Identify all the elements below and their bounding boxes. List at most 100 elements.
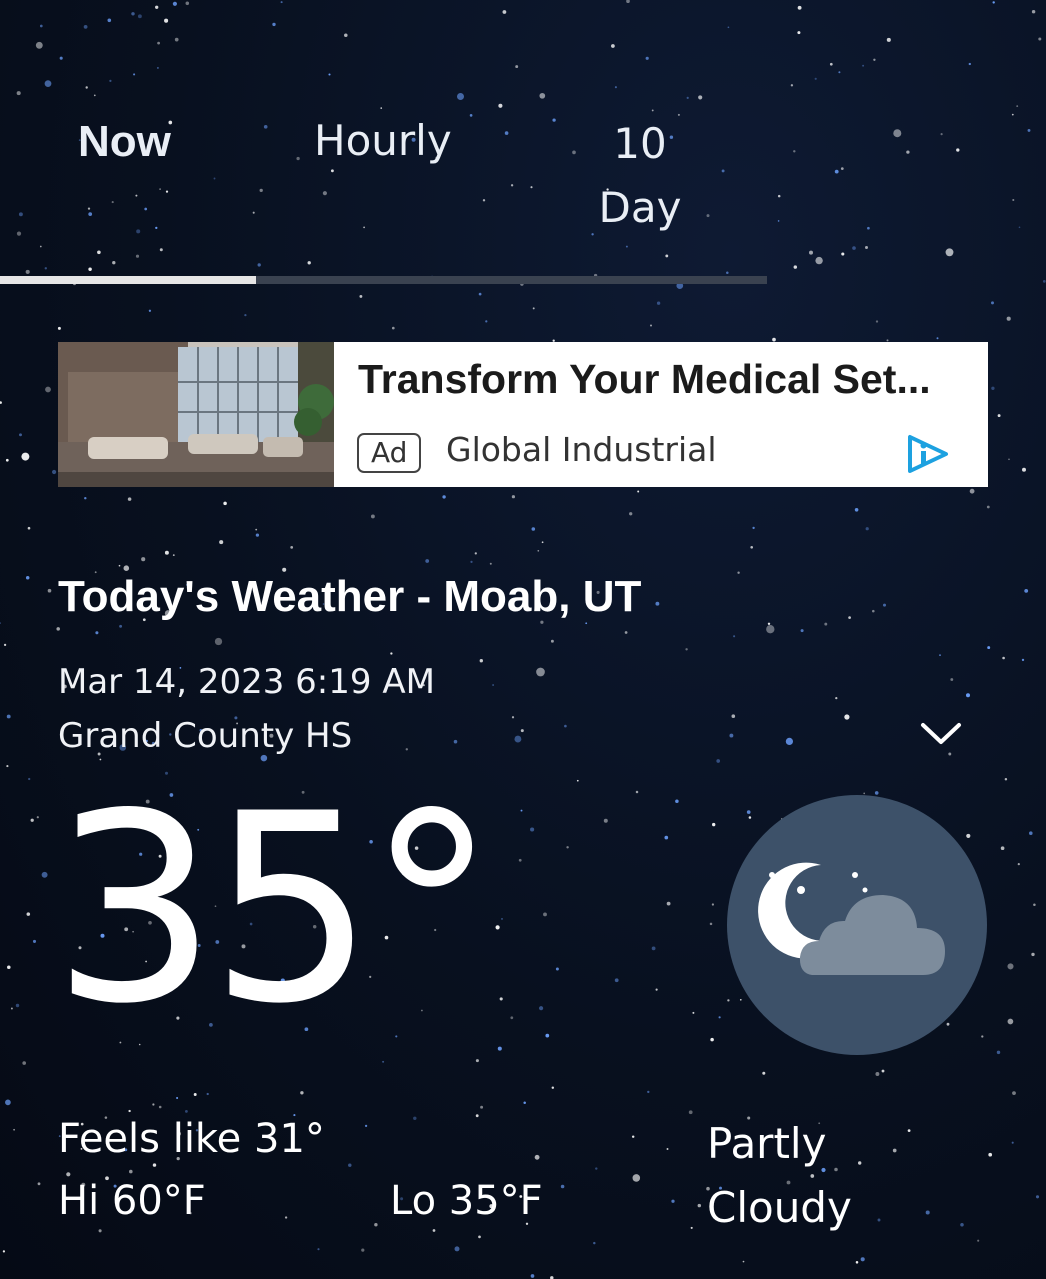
- star: [841, 252, 845, 256]
- star: [489, 562, 492, 565]
- star: [469, 114, 473, 117]
- star: [686, 96, 689, 100]
- ad-banner[interactable]: Transform Your Medical Set... Ad Global …: [58, 342, 988, 487]
- weather-title: Today's Weather - Moab, UT: [58, 572, 642, 621]
- star: [797, 31, 801, 35]
- star: [501, 918, 503, 920]
- star: [5, 458, 9, 462]
- star: [872, 609, 875, 613]
- star: [390, 652, 393, 655]
- star: [13, 1128, 15, 1131]
- star: [655, 988, 658, 991]
- star: [26, 912, 31, 916]
- tab-hourly[interactable]: Hourly: [314, 108, 452, 173]
- tab-now[interactable]: Now: [78, 108, 171, 176]
- star: [530, 186, 533, 189]
- star: [478, 292, 482, 296]
- star: [585, 622, 588, 625]
- adchoices-icon[interactable]: [906, 434, 950, 478]
- star: [545, 1033, 550, 1038]
- star: [37, 1182, 41, 1186]
- star: [518, 858, 522, 862]
- star: [665, 254, 669, 258]
- star: [370, 514, 375, 519]
- star: [164, 18, 169, 23]
- star: [762, 1071, 766, 1075]
- station-name: Grand County HS: [58, 716, 353, 756]
- star: [442, 495, 446, 499]
- star: [531, 527, 536, 531]
- star: [731, 714, 736, 718]
- star: [0, 401, 2, 404]
- star: [1011, 1141, 1014, 1144]
- tab-10-day[interactable]: 10 Day: [590, 112, 690, 240]
- star: [991, 386, 995, 390]
- star: [698, 95, 703, 100]
- star: [716, 759, 721, 763]
- star: [671, 1199, 675, 1203]
- star: [862, 64, 865, 67]
- star: [148, 309, 152, 312]
- star: [550, 639, 554, 643]
- star: [603, 818, 608, 823]
- current-temperature: 35°: [52, 759, 497, 1061]
- star: [127, 497, 132, 501]
- star: [611, 44, 615, 48]
- star: [244, 313, 247, 317]
- star: [881, 1069, 885, 1073]
- chevron-down-icon[interactable]: [918, 718, 964, 752]
- star: [111, 201, 114, 204]
- star: [382, 1060, 385, 1063]
- star: [534, 1154, 540, 1160]
- ad-image[interactable]: [58, 342, 334, 487]
- star: [95, 631, 99, 635]
- star: [502, 10, 507, 14]
- star: [968, 62, 971, 66]
- star: [675, 799, 679, 804]
- star: [214, 637, 223, 646]
- star: [16, 91, 21, 96]
- star: [785, 737, 794, 746]
- star: [152, 1103, 155, 1106]
- star: [655, 601, 660, 606]
- star: [631, 1135, 635, 1138]
- star: [88, 267, 92, 271]
- star: [56, 627, 60, 631]
- star: [272, 22, 276, 27]
- star: [28, 777, 31, 781]
- moon-cloud-icon: [727, 795, 987, 1055]
- star: [626, 0, 630, 4]
- star: [520, 809, 523, 812]
- star: [32, 939, 37, 943]
- star: [530, 1274, 535, 1278]
- star: [721, 169, 725, 173]
- star: [532, 307, 535, 310]
- star: [593, 1241, 596, 1245]
- star: [492, 684, 495, 686]
- star: [752, 526, 755, 530]
- star: [1042, 280, 1046, 283]
- star: [363, 226, 365, 229]
- star: [564, 724, 567, 728]
- star: [800, 629, 804, 633]
- star: [1002, 656, 1005, 660]
- star: [57, 326, 61, 330]
- star: [172, 554, 175, 556]
- star: [977, 1239, 980, 1242]
- star: [1007, 963, 1014, 970]
- star: [165, 190, 169, 193]
- ad-advertiser[interactable]: Global Industrial: [446, 430, 717, 469]
- ad-title[interactable]: Transform Your Medical Set...: [358, 356, 931, 403]
- star: [852, 246, 856, 250]
- star: [793, 265, 798, 269]
- star: [860, 1257, 865, 1262]
- star: [454, 1246, 460, 1252]
- star: [718, 1016, 721, 1019]
- star: [515, 65, 519, 69]
- star: [854, 508, 859, 512]
- star: [22, 1061, 27, 1065]
- star: [815, 256, 823, 265]
- star: [939, 654, 941, 656]
- star: [543, 912, 547, 917]
- star: [539, 92, 546, 99]
